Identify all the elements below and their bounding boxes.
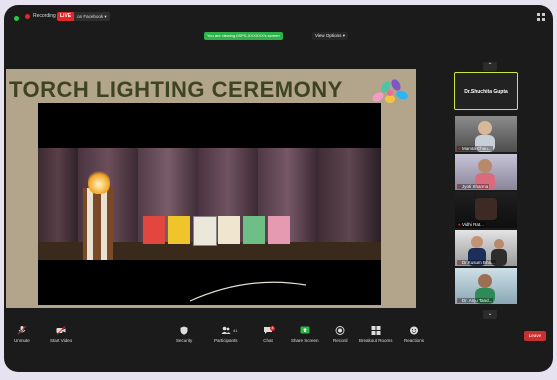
top-bar: Recording LIVE on Facebook ▾: [4, 5, 553, 29]
participant-name: ● Vidhi Rat...: [457, 222, 485, 227]
record-dot-icon: [25, 13, 30, 19]
record-button[interactable]: Record: [333, 326, 348, 343]
participant-tile[interactable]: ● Mamta Chou...: [455, 116, 517, 152]
participant-tile[interactable]: ● Dr. Anju Tand...: [455, 268, 517, 304]
house-flag: [243, 216, 265, 244]
video-camera-off-icon: [56, 326, 66, 335]
connection-status-icon: [14, 16, 19, 21]
house-flag: [268, 216, 290, 244]
active-speaker-name: Dr.Shuchita Gupta: [464, 89, 508, 95]
scroll-up-button[interactable]: ⌃: [483, 62, 497, 71]
microphone-muted-icon: [17, 326, 27, 335]
participants-icon: [221, 326, 231, 334]
house-flag: [168, 216, 190, 244]
house-flag: [143, 216, 165, 244]
chat-unread-badge: 4: [270, 326, 275, 331]
live-target-label: on Facebook ▾: [77, 13, 107, 19]
shared-screen: TORCH LIGHTING CEREMONY: [6, 69, 416, 308]
torch-flame: [88, 170, 110, 194]
start-video-button[interactable]: Start Video: [50, 326, 72, 343]
live-badge: LIVE: [57, 12, 75, 21]
recording-indicator[interactable]: Recording: [25, 13, 56, 19]
participant-name: ● Mamta Chou...: [457, 146, 493, 151]
participant-tile[interactable]: ● Jyoti Sharma: [455, 154, 517, 190]
share-screen-button[interactable]: Share Screen: [291, 326, 319, 343]
active-speaker-tile[interactable]: Dr.Shuchita Gupta: [454, 72, 518, 110]
live-stream-indicator[interactable]: LIVE on Facebook ▾: [57, 12, 110, 21]
participant-name: ● Jyoti Sharma: [457, 184, 490, 189]
viewing-screen-notice: You are viewing IISPS-XXXXXX's screen: [204, 32, 283, 40]
breakout-rooms-button[interactable]: Breakout Rooms: [359, 326, 393, 343]
reactions-button[interactable]: Reactions: [404, 326, 424, 343]
participant-tile[interactable]: ● Dr.Kusum Bha...: [455, 230, 517, 266]
share-screen-icon: [300, 326, 310, 334]
smiley-icon: [410, 326, 418, 335]
breakout-rooms-icon: [371, 326, 381, 335]
participant-name: ● Dr.Kusum Bha...: [457, 260, 496, 265]
view-options-button[interactable]: View Options ▾: [312, 32, 348, 40]
recording-label: Recording: [33, 13, 56, 19]
house-flag: [193, 216, 217, 246]
slide-title: TORCH LIGHTING CEREMONY: [9, 77, 343, 102]
ceremony-video: [38, 103, 381, 305]
house-flag: [218, 216, 240, 244]
participant-tile[interactable]: ● Vidhi Rat...: [455, 192, 517, 228]
security-button[interactable]: Security: [176, 326, 192, 343]
annotation-stroke: [189, 281, 307, 302]
participant-name: ● Dr. Anju Tand...: [457, 298, 494, 303]
stage-scene: [38, 148, 381, 260]
participants-count: 41: [233, 328, 238, 333]
gallery-view-icon[interactable]: [537, 13, 545, 21]
torch: [83, 188, 113, 260]
leave-button[interactable]: Leave: [524, 331, 546, 341]
record-icon: [335, 326, 345, 335]
shield-icon: [180, 326, 188, 335]
unmute-button[interactable]: Unmute: [14, 326, 30, 343]
scroll-down-button[interactable]: ⌄: [483, 310, 497, 319]
